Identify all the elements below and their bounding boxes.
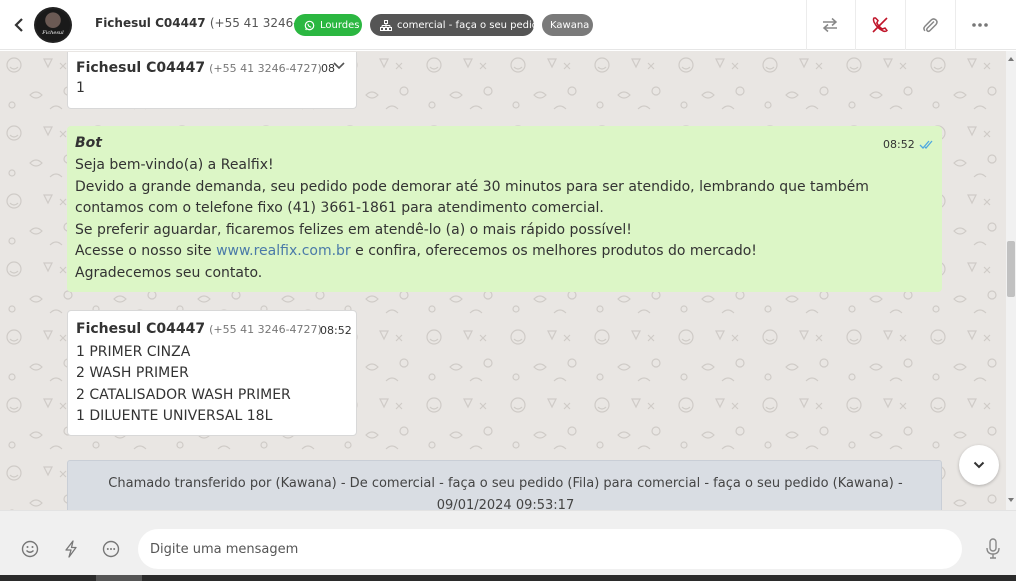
message-line: 2 CATALISADOR WASH PRIMER	[76, 387, 291, 403]
voice-record-button[interactable]	[983, 538, 1003, 559]
header-divider	[905, 0, 906, 50]
sitemap-icon	[380, 19, 392, 31]
message-bubble-incoming[interactable]: Fichesul C04447 (+55 41 3246-4727) 08 1	[67, 52, 357, 109]
transfer-button[interactable]	[818, 13, 842, 37]
microphone-icon	[986, 538, 1000, 559]
message-time: 08:52	[883, 138, 915, 151]
queue-badge[interactable]: comercial - faça o seu pedido	[370, 14, 544, 36]
header-divider	[855, 0, 856, 50]
queue-badge-label: comercial - faça o seu pedido	[397, 19, 545, 31]
message-line-with-link: Acesse o nosso site www.realfix.com.br e…	[75, 243, 757, 259]
message-text: e confira, oferecemos os melhores produt…	[350, 243, 757, 259]
quick-actions-button[interactable]	[61, 539, 81, 559]
more-button[interactable]	[968, 13, 992, 37]
message-composer	[0, 510, 1016, 581]
chat-scrollbar[interactable]	[1006, 51, 1016, 510]
message-bubble-incoming[interactable]: Fichesul C04447 (+55 41 3246-4727) 08:52 …	[67, 310, 357, 436]
more-icon	[972, 23, 988, 27]
message-sender: Bot	[75, 135, 102, 151]
chevron-down-icon	[973, 461, 985, 469]
emoji-button[interactable]	[20, 539, 40, 559]
chat-header: Fichesul Fichesul C04447 (+55 41 3246-47…	[0, 0, 1016, 50]
message-line: Seja bem-vindo(a) a Realfix!	[75, 157, 274, 173]
sender-phone: (+55 41 3246-4727)	[209, 62, 322, 75]
whatsapp-icon	[304, 20, 315, 30]
system-message-line: Chamado transferido por (Kawana) - De co…	[108, 476, 903, 491]
emoji-icon	[21, 540, 39, 558]
message-line: 2 WASH PRIMER	[76, 365, 189, 381]
end-call-button[interactable]	[868, 13, 892, 37]
scroll-to-bottom-button[interactable]	[959, 445, 999, 485]
channel-badge-label: Lourdes	[320, 19, 360, 31]
quick-reply-button[interactable]	[101, 539, 121, 559]
scroll-up-arrow-icon[interactable]	[1008, 56, 1014, 62]
sender-phone: (+55 41 3246-4727)	[209, 323, 322, 336]
message-line: 1 DILUENTE UNIVERSAL 18L	[76, 408, 273, 424]
website-link[interactable]: www.realfix.com.br	[216, 243, 351, 259]
quick-reply-icon	[102, 540, 120, 558]
message-time: 08:52	[320, 324, 352, 337]
transfer-icon	[822, 17, 838, 33]
message-line: Se preferir aguardar, ficaremos felizes …	[75, 222, 632, 238]
attachment-icon	[923, 18, 938, 33]
avatar[interactable]: Fichesul	[34, 7, 72, 43]
bottom-bar-segment	[96, 575, 142, 581]
message-line: Devido a grande demanda, seu pedido pode…	[75, 179, 869, 195]
lightning-icon	[65, 540, 77, 558]
end-call-icon	[872, 17, 888, 33]
header-divider	[806, 0, 807, 50]
scroll-thumb[interactable]	[1007, 241, 1015, 297]
sender-name: Fichesul C04447	[76, 321, 206, 337]
message-line: Agradecemos seu contato.	[75, 265, 263, 281]
avatar-label: Fichesul	[42, 30, 64, 36]
message-sender: Fichesul C04447 (+55 41 3246-4727)	[76, 321, 322, 337]
message-input[interactable]	[138, 529, 962, 569]
message-sender: Fichesul C04447 (+55 41 3246-4727)	[76, 60, 322, 76]
message-line: 1 PRIMER CINZA	[76, 344, 191, 360]
scroll-down-arrow-icon[interactable]	[1008, 497, 1014, 503]
contact-name-text: Fichesul C04447	[95, 16, 206, 30]
message-bubble-outgoing[interactable]: Bot 08:52 Seja bem-vindo(a) a Realfix! D…	[67, 126, 942, 292]
chevron-down-icon[interactable]	[333, 62, 345, 70]
attach-button[interactable]	[918, 13, 942, 37]
sender-name: Fichesul C04447	[76, 60, 206, 76]
message-line: contamos com o telefone fixo (41) 3661-1…	[75, 200, 604, 216]
channel-badge[interactable]: Lourdes	[294, 14, 362, 36]
chat-area[interactable]: Fichesul C04447 (+55 41 3246-4727) 08 1 B…	[0, 51, 1006, 510]
back-button[interactable]	[10, 14, 28, 36]
message-text: Acesse o nosso site	[75, 243, 217, 259]
agent-badge[interactable]: Kawana	[542, 14, 593, 36]
system-message: Chamado transferido por (Kawana) - De co…	[67, 460, 942, 510]
chevron-left-icon	[14, 18, 23, 32]
system-message-line: 09/01/2024 09:53:17	[436, 498, 575, 510]
header-divider	[955, 0, 956, 50]
window-bottom-bar	[0, 575, 1016, 581]
agent-badge-label: Kawana	[550, 19, 590, 31]
message-line: 1	[76, 80, 85, 96]
double-check-icon	[919, 140, 933, 149]
